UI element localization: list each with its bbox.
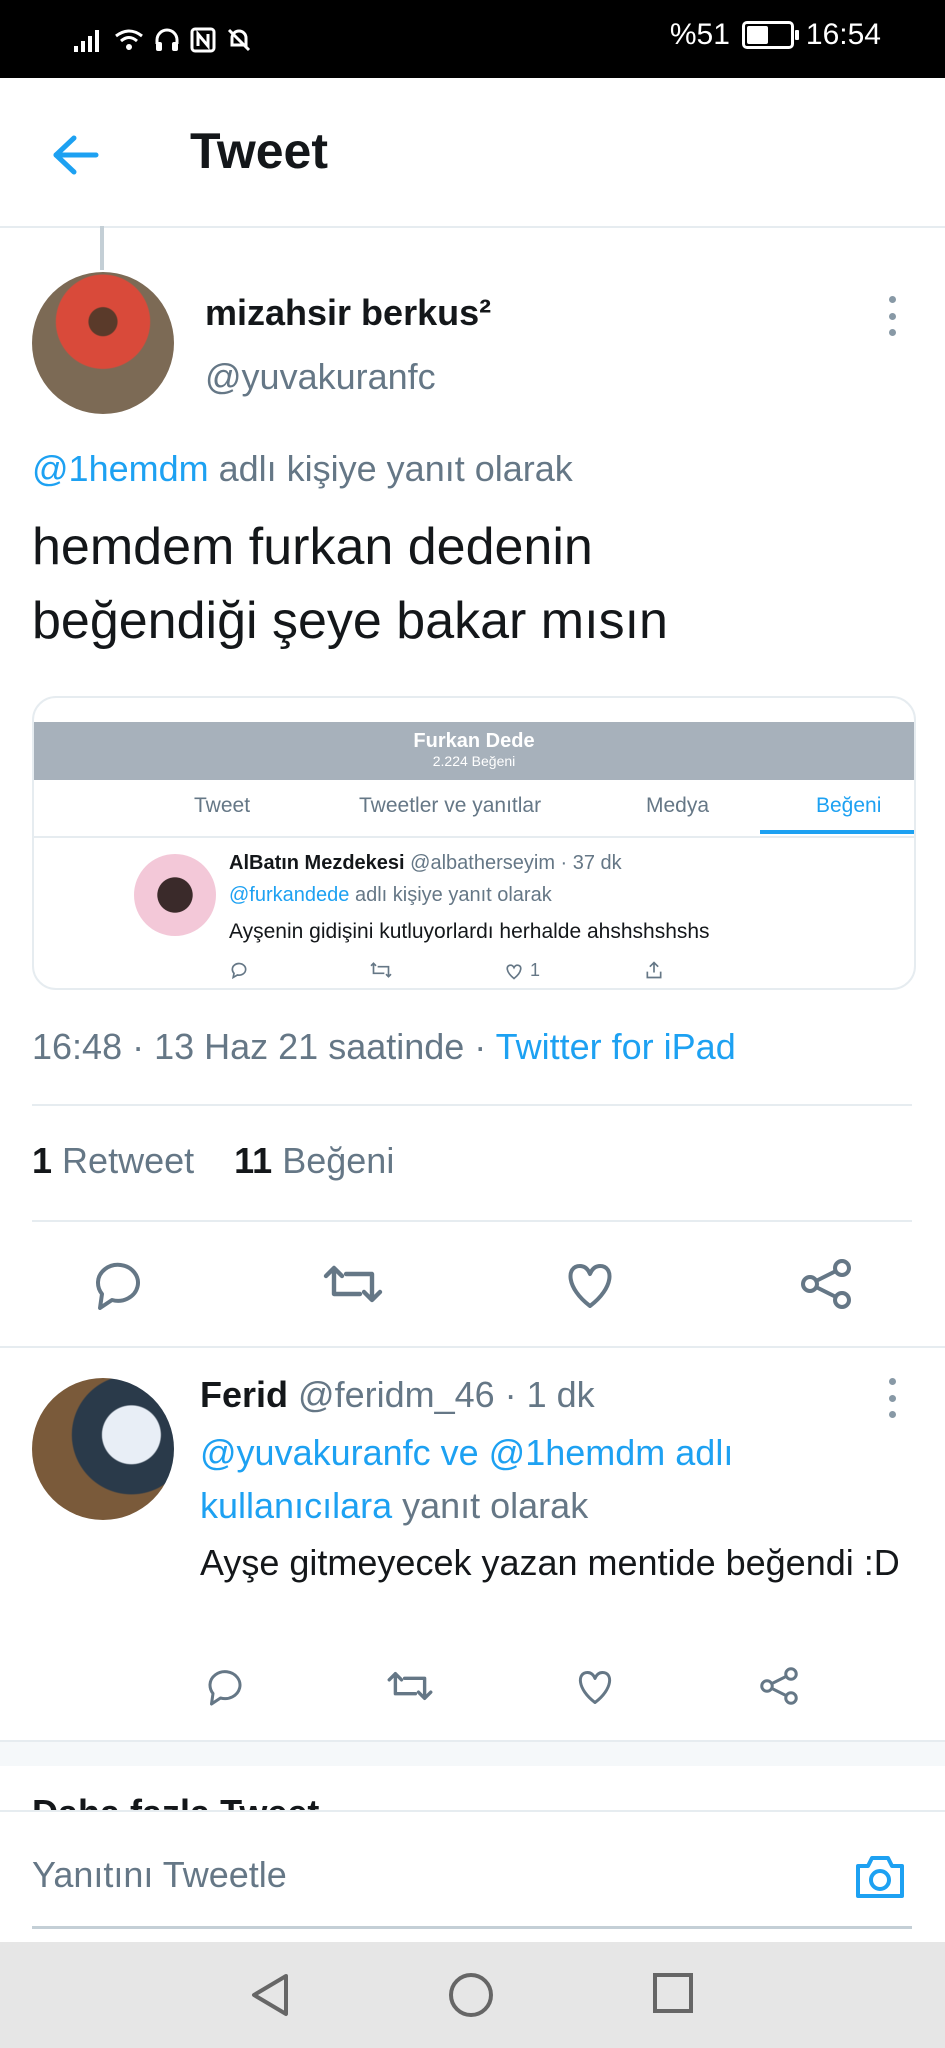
retweet-count: 1 [32,1140,53,1181]
wifi-icon [115,29,143,50]
reply-reply-icon[interactable] [204,1666,246,1706]
reply-header[interactable]: Ferid @feridm_46 · 1 dk [200,1374,595,1416]
tweet-time: 16:48 · 13 Haz 21 saatinde · [32,1026,496,1067]
embed-profile-likes: 2.224 Beğeni [432,753,516,769]
battery-fill [746,26,769,44]
reply-to-link[interactable]: @1hemdm [32,448,209,489]
avatar[interactable] [32,272,174,414]
embed-tweet-text: Ayşenin gidişini kutluyorlardı herhalde … [229,920,710,943]
share-icon[interactable] [798,1258,854,1310]
embed-tab: Tweetler ve yanıtlar [359,794,542,817]
status-right: %51 16:54 [670,18,881,52]
embed-like-count: 1 [530,960,541,980]
tweet-timestamp: 16:48 · 13 Haz 21 saatinde · Twitter for… [32,1026,736,1068]
reply-like-icon[interactable] [574,1666,616,1706]
embed-like: 1 [504,960,540,981]
like-icon[interactable] [562,1258,618,1310]
tweet-text: hemdem furkan dedenin beğendiği şeye bak… [32,510,912,658]
embed-tab-indicator [760,830,914,834]
more-options-icon[interactable] [887,296,897,336]
mute-icon [227,28,251,52]
reply-context: @1hemdm adlı kişiye yanıt olarak [32,448,573,490]
reply-to-suffix: yanıt olarak [392,1485,589,1526]
page-title: Tweet [190,123,328,179]
reply-author-name: Ferid [200,1374,289,1415]
section-separator [0,1740,945,1766]
embed-reply-suffix: adlı kişiye yanıt olarak [349,884,552,906]
battery-icon [741,21,799,49]
camera-icon[interactable] [852,1850,908,1902]
embed-reply-context: @furkandede adlı kişiye yanıt olarak [229,884,552,907]
nfc-icon [190,27,216,53]
reply-icon[interactable] [90,1258,146,1310]
system-nav-bar [0,1942,945,2048]
attached-image[interactable]: Furkan Dede 2.224 Beğeni Tweet Tweetler … [32,696,916,990]
status-bar: %51 16:54 [0,0,945,78]
reply-text: Ayşe gitmeyecek yazan mentide beğendi :D [200,1542,900,1583]
reply-more-options-icon[interactable] [887,1378,897,1418]
clock: 16:54 [805,18,881,51]
reply-to-suffix: adlı kişiye yanıt olarak [208,448,573,489]
retweets-stat[interactable]: 1 Retweet [32,1140,194,1181]
author-handle[interactable]: @yuvakuranfc [205,356,436,398]
nav-home-icon[interactable] [448,1972,494,2018]
divider [32,1220,912,1222]
signal-icon [74,30,99,52]
reply-context: @yuvakuranfc ve @1hemdm adlı kullanıcıla… [200,1426,900,1532]
embed-tab: Medya [646,794,710,817]
embed-user: AlBatın Mezdekesi @albatherseyim · 37 dk [229,852,622,875]
reply-author-handle: @feridm_46 · 1 dk [288,1374,595,1415]
embed-tab-active: Beğeni [816,794,882,817]
embed-avatar [134,854,216,936]
embed-tab: Tweet [194,794,251,817]
nav-back-icon[interactable] [248,1972,292,2018]
reply-avatar[interactable] [32,1378,174,1520]
embed-retweet-icon [369,960,393,980]
thread-connector [100,226,104,270]
battery-percent: %51 [669,18,730,51]
back-arrow-icon[interactable] [44,130,102,180]
author-name[interactable]: mizahsir berkus² [205,292,491,334]
embed-user-name: AlBatın Mezdekesi [229,852,405,874]
embed-user-handle: @albatherseyim · 37 dk [410,852,622,874]
embed-profile-bar: Furkan Dede 2.224 Beğeni [34,722,914,780]
composer-underline [32,1926,912,1929]
embed-profile-name: Furkan Dede [413,730,535,752]
top-app-bar: Tweet [0,78,945,228]
retweet-label: Retweet [62,1140,195,1181]
status-icons [74,20,252,60]
headphones-icon [155,28,179,51]
like-label: Beğeni [282,1140,395,1181]
divider [0,1346,945,1348]
embed-share-icon [644,960,664,980]
like-count: 11 [234,1140,273,1181]
reply-share-icon[interactable] [758,1666,800,1706]
divider [32,1104,912,1106]
reply-composer: Yanıtını Tweetle [0,1810,945,1944]
tweet-stats: 1 Retweet 11 Beğeni [32,1140,394,1182]
retweet-icon[interactable] [322,1258,384,1310]
tweet-text-line: hemdem furkan dedenin [32,518,593,576]
likes-stat[interactable]: 11 Beğeni [234,1140,394,1181]
tweet-text-line: beğendiği şeye bakar mısın [32,592,668,650]
reply-input[interactable]: Yanıtını Tweetle [32,1854,287,1896]
embed-reply-icon [229,960,249,980]
nav-recents-icon[interactable] [652,1972,694,2014]
tweet-source-link[interactable]: Twitter for iPad [496,1026,736,1067]
embed-reply-link: @furkandede [229,884,350,906]
section-heading-peek: Daha fazla Tweet [32,1792,319,1810]
reply-retweet-icon[interactable] [386,1666,434,1706]
